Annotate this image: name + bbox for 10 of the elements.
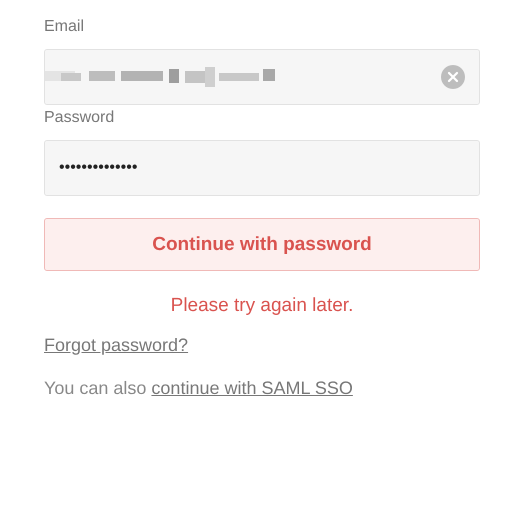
forgot-password-link[interactable]: Forgot password?	[44, 335, 188, 355]
clear-icon[interactable]	[441, 65, 465, 89]
field-label: Password	[44, 109, 116, 128]
field-label: Email	[44, 18, 86, 37]
password-field[interactable]: ••••••••••••••	[44, 140, 480, 196]
email-field[interactable]	[44, 49, 480, 105]
saml-sso-link[interactable]: continue with SAML SSO	[151, 378, 353, 398]
continue-button[interactable]: Continue with password	[44, 218, 480, 271]
alternative-text: You can also	[44, 378, 146, 398]
error-message: Please try again later.	[170, 295, 354, 317]
